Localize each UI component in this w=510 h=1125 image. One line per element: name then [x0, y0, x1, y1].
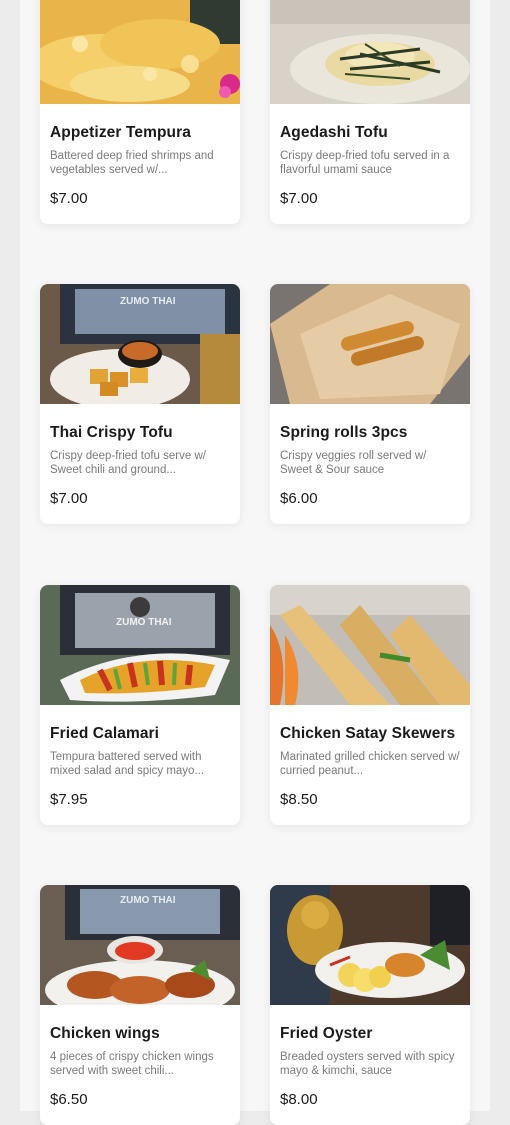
- photo-sign-text: ZUMO THAI: [120, 296, 176, 307]
- item-description: 4 pieces of crispy chicken wings served …: [50, 1051, 214, 1077]
- item-description: Crispy veggies roll served w/ Sweet & So…: [280, 450, 427, 476]
- item-price: $6.50: [50, 1091, 88, 1108]
- spring-rolls-photo: [270, 284, 470, 404]
- item-description: Crispy deep-fried tofu serve w/ Sweet ch…: [50, 450, 206, 476]
- item-name: Chicken wings: [50, 1025, 160, 1042]
- photo-sign-text: ZUMO THAI: [116, 617, 172, 628]
- satay-photo: [270, 585, 470, 705]
- agedashi-tofu-photo: [270, 0, 470, 104]
- item-price: $6.00: [280, 490, 318, 507]
- item-price: $7.00: [50, 490, 88, 507]
- menu-item-card[interactable]: Spring rolls 3pcs Crispy veggies roll se…: [270, 284, 470, 524]
- item-price: $7.00: [50, 190, 88, 207]
- menu-item-card[interactable]: Agedashi Tofu Crispy deep-fried tofu ser…: [270, 0, 470, 224]
- item-name: Spring rolls 3pcs: [280, 424, 408, 441]
- item-description: Tempura battered served with mixed salad…: [50, 751, 205, 777]
- item-price: $7.95: [50, 791, 88, 808]
- photo-sign-text: ZUMO THAI: [120, 895, 176, 906]
- item-description: Crispy deep-fried tofu served in a flavo…: [280, 150, 450, 176]
- crispy-tofu-photo: ZUMO THAI: [40, 284, 240, 404]
- item-price: $8.50: [280, 791, 318, 808]
- item-name: Agedashi Tofu: [280, 124, 388, 141]
- menu-item-card[interactable]: ZUMO THAI Thai Crispy Tofu Crispy deep-f…: [40, 284, 240, 524]
- item-name: Fried Oyster: [280, 1025, 373, 1042]
- item-price: $8.00: [280, 1091, 318, 1108]
- item-name: Appetizer Tempura: [50, 124, 191, 141]
- menu-item-card[interactable]: ZUMO THAI Chicken wings 4 pieces of cris…: [40, 885, 240, 1125]
- menu-item-card[interactable]: Chicken Satay Skewers Marinated grilled …: [270, 585, 470, 825]
- menu-item-card[interactable]: Fried Oyster Breaded oysters served with…: [270, 885, 470, 1125]
- fried-oyster-photo: [270, 885, 470, 1005]
- item-description: Battered deep fried shrimps and vegetabl…: [50, 150, 214, 176]
- item-description: Breaded oysters served with spicy mayo &…: [280, 1051, 455, 1077]
- menu-page: Appetizer Tempura Battered deep fried sh…: [20, 0, 490, 1125]
- chicken-wings-photo: ZUMO THAI: [40, 885, 240, 1005]
- menu-item-card[interactable]: ZUMO THAI Fried Calamari Tempura battere…: [40, 585, 240, 825]
- tempura-photo: [40, 0, 240, 104]
- item-description: Marinated grilled chicken served w/ curr…: [280, 751, 460, 777]
- menu-item-card[interactable]: Appetizer Tempura Battered deep fried sh…: [40, 0, 240, 224]
- item-price: $7.00: [280, 190, 318, 207]
- item-name: Fried Calamari: [50, 725, 160, 742]
- item-name: Chicken Satay Skewers: [280, 725, 456, 742]
- item-name: Thai Crispy Tofu: [50, 424, 173, 441]
- calamari-photo: ZUMO THAI: [40, 585, 240, 705]
